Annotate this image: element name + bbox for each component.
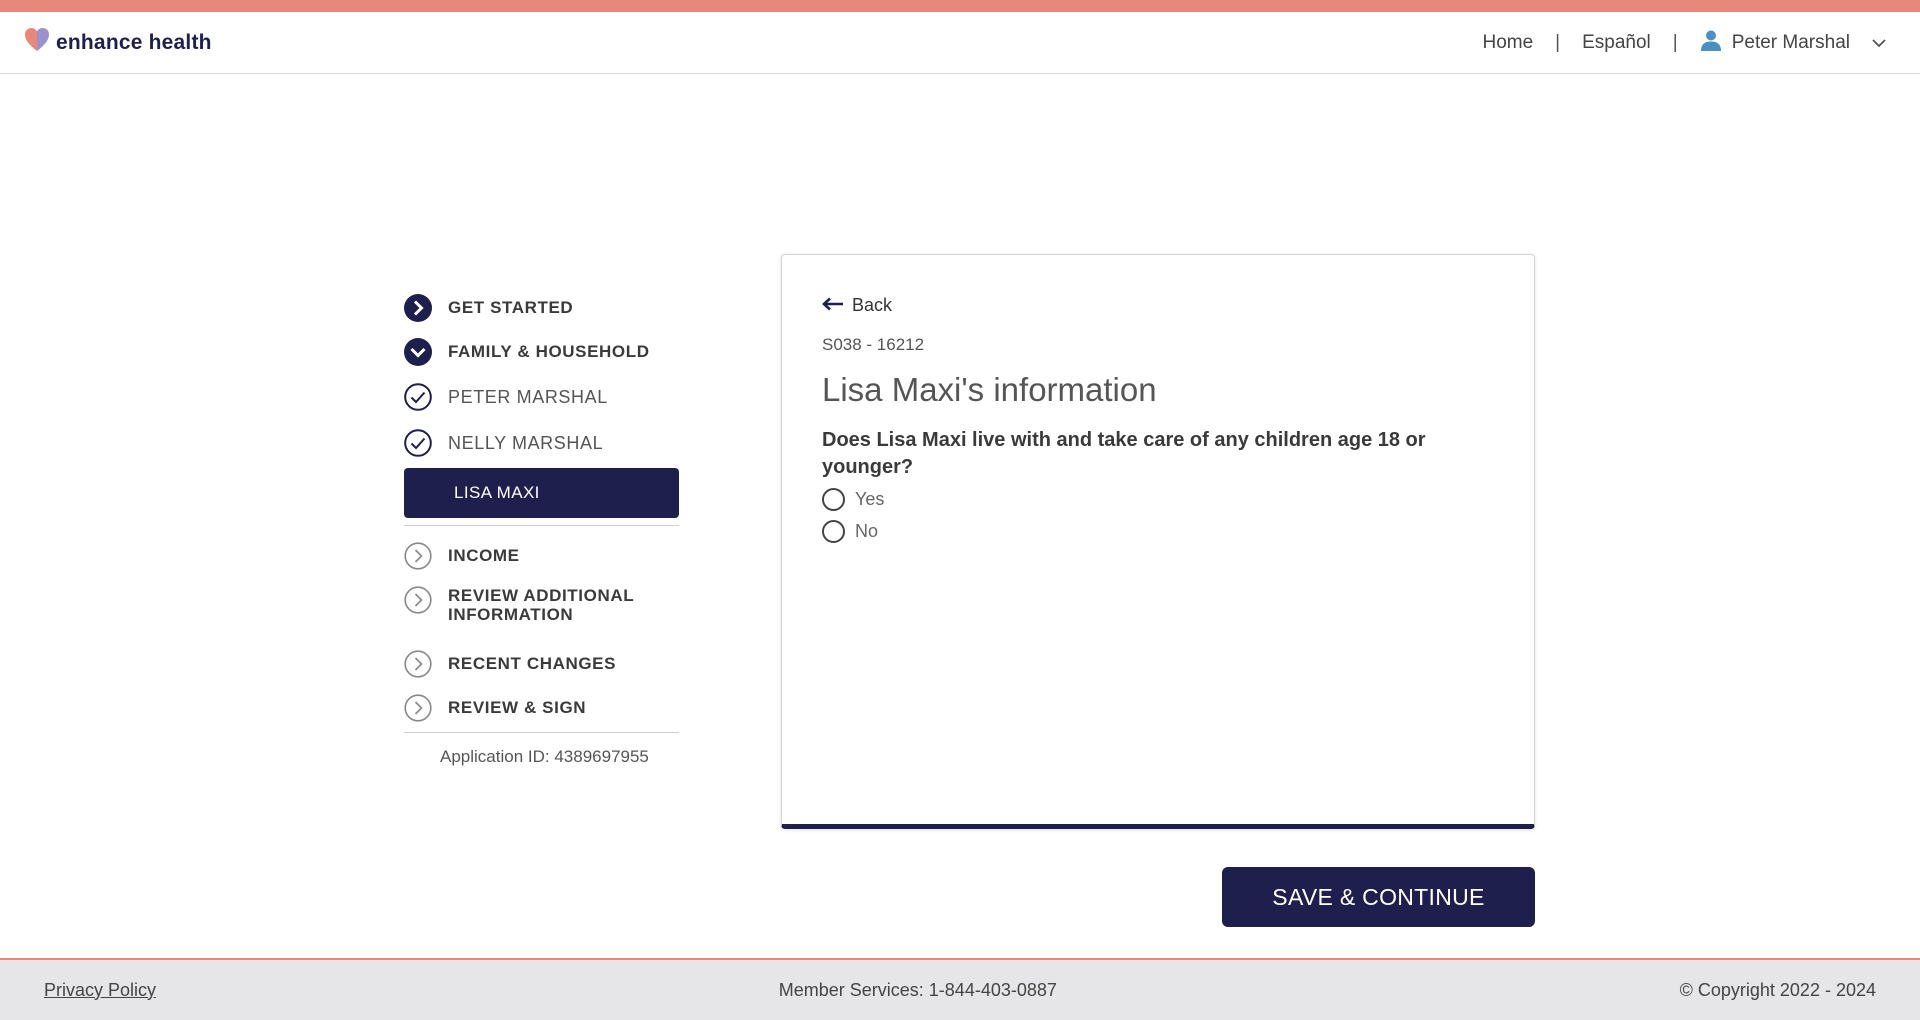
step-label: GET STARTED bbox=[448, 298, 574, 317]
nav-home-link[interactable]: Home bbox=[1482, 32, 1533, 54]
copyright: © Copyright 2022 - 2024 bbox=[1679, 979, 1876, 1000]
logo-text: enhance health bbox=[56, 30, 212, 54]
heart-logo-icon bbox=[24, 27, 52, 58]
user-icon bbox=[1700, 29, 1722, 57]
step-label: REVIEW ADDITIONAL INFORMATION bbox=[448, 586, 634, 624]
step-get-started[interactable]: GET STARTED bbox=[404, 286, 694, 330]
step-family-household[interactable]: FAMILY & HOUSEHOLD bbox=[404, 330, 694, 374]
chevron-down-icon bbox=[1872, 32, 1886, 54]
step-recent-changes[interactable]: RECENT CHANGES bbox=[404, 642, 694, 686]
radio-label-yes: Yes bbox=[855, 488, 885, 509]
chevron-right-outline-icon bbox=[404, 586, 432, 614]
save-continue-button[interactable]: SAVE & CONTINUE bbox=[1222, 867, 1535, 927]
chevron-down-filled-icon bbox=[404, 338, 432, 366]
back-link[interactable]: Back bbox=[822, 295, 892, 316]
check-circle-icon bbox=[404, 383, 432, 411]
logo[interactable]: enhance health bbox=[24, 27, 212, 58]
question-text: Does Lisa Maxi live with and take care o… bbox=[822, 429, 1426, 478]
user-menu[interactable]: Peter Marshal bbox=[1700, 29, 1886, 57]
chevron-right-outline-icon bbox=[404, 542, 432, 570]
radio-label-no: No bbox=[855, 520, 879, 541]
step-nelly-marshal[interactable]: NELLY MARSHAL bbox=[404, 420, 694, 466]
step-label: REVIEW & SIGN bbox=[448, 698, 587, 717]
step-income[interactable]: INCOME bbox=[404, 534, 694, 578]
step-peter-marshal[interactable]: PETER MARSHAL bbox=[404, 374, 694, 420]
chevron-right-filled-icon bbox=[404, 294, 432, 322]
step-lisa-maxi-active[interactable]: LISA MAXI bbox=[404, 468, 679, 518]
chevron-right-outline-icon bbox=[404, 650, 432, 678]
arrow-left-icon bbox=[822, 295, 844, 316]
application-id: Application ID: 4389697955 bbox=[440, 747, 649, 766]
privacy-policy-link[interactable]: Privacy Policy bbox=[44, 980, 156, 1001]
site-footer: Privacy Policy Member Services: 1-844-40… bbox=[0, 958, 1920, 1020]
member-services: Member Services: 1-844-403-0887 bbox=[778, 979, 1057, 1000]
nav-separator: | bbox=[1672, 31, 1678, 53]
step-label: PETER MARSHAL bbox=[448, 386, 608, 407]
step-review-additional-information[interactable]: REVIEW ADDITIONAL INFORMATION bbox=[404, 578, 694, 642]
radio-option-no[interactable]: No bbox=[822, 517, 1494, 545]
top-accent-stripe bbox=[0, 0, 1920, 12]
step-label: RECENT CHANGES bbox=[448, 654, 617, 673]
radio-button-yes[interactable] bbox=[822, 487, 845, 511]
user-name: Peter Marshal bbox=[1731, 31, 1850, 53]
nav-separator: | bbox=[1555, 31, 1561, 53]
page-title: Lisa Maxi's information bbox=[822, 371, 1157, 408]
sidebar-divider bbox=[404, 525, 679, 526]
chevron-right-outline-icon bbox=[404, 694, 432, 722]
sidebar-divider bbox=[404, 732, 679, 733]
top-nav: Home | Español | Peter Marshal bbox=[1482, 29, 1886, 57]
back-label: Back bbox=[852, 295, 893, 315]
step-label: NELLY MARSHAL bbox=[448, 432, 604, 453]
step-label: INCOME bbox=[448, 546, 520, 565]
nav-language-link[interactable]: Español bbox=[1582, 32, 1651, 54]
check-circle-icon bbox=[404, 429, 432, 457]
screen-code: S038 - 16212 bbox=[822, 335, 925, 354]
radio-option-yes[interactable]: Yes bbox=[822, 485, 1494, 513]
step-label: FAMILY & HOUSEHOLD bbox=[448, 342, 650, 361]
radio-button-no[interactable] bbox=[822, 519, 845, 543]
question-card: Back S038 - 16212 Lisa Maxi's informatio… bbox=[781, 254, 1535, 829]
site-header: enhance health Home | Español | Peter Ma… bbox=[0, 12, 1920, 74]
progress-sidebar: GET STARTED FAMILY & HOUSEHOLD PETER MAR… bbox=[404, 286, 694, 767]
step-review-sign[interactable]: REVIEW & SIGN bbox=[404, 686, 694, 730]
